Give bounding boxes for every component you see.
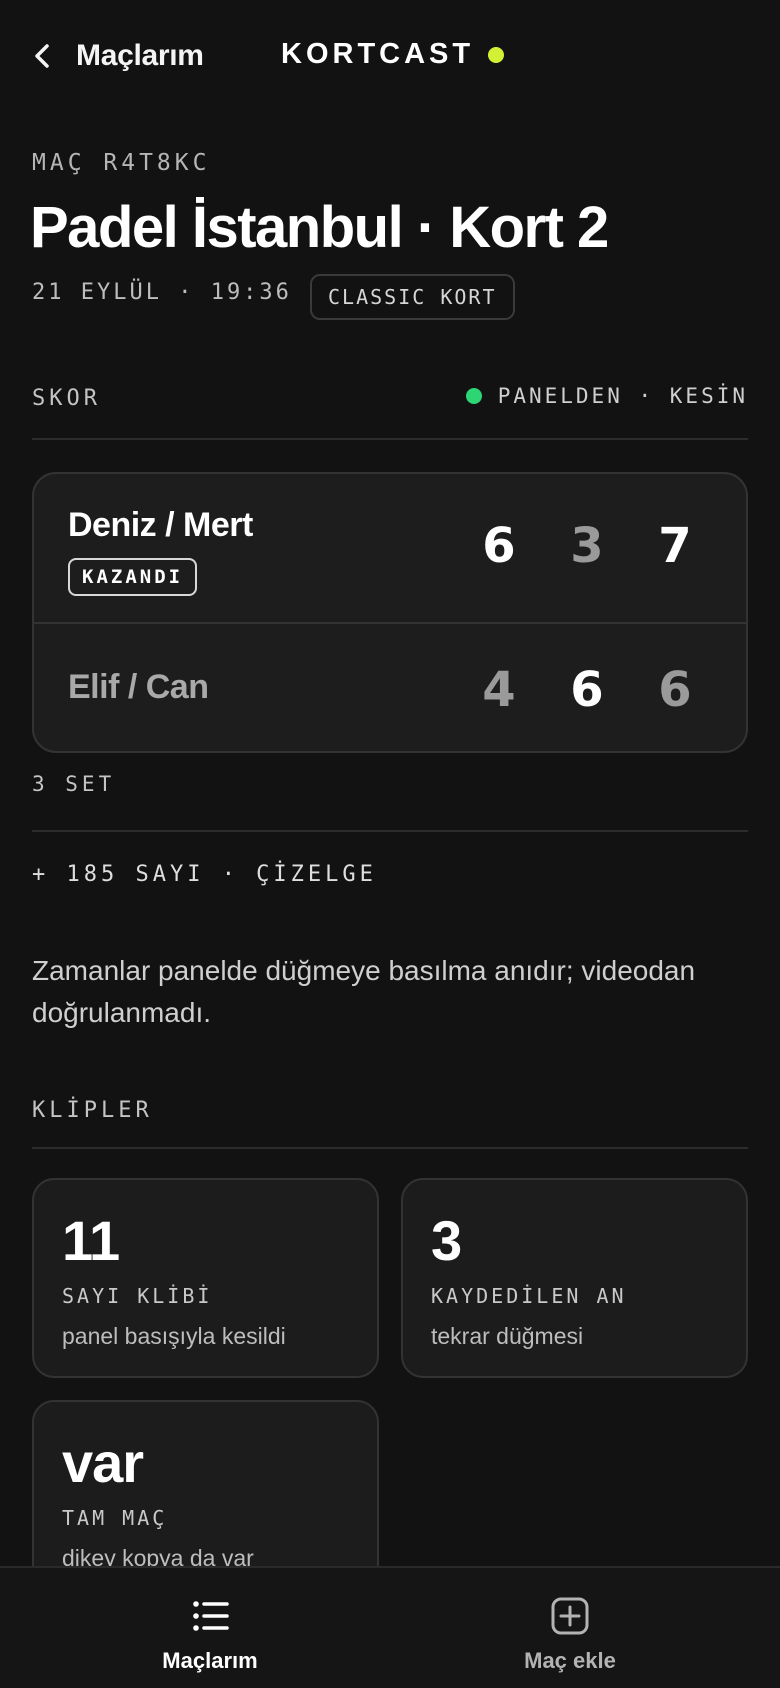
clip-label: TAM MAÇ [62, 1506, 168, 1530]
match-id: MAÇ R4T8KC [32, 150, 211, 176]
divider [32, 1147, 748, 1149]
timing-note: Zamanlar panelde düğmeye basılma anıdır;… [32, 955, 696, 1028]
score-source-text: PANELDEN · KESİN [497, 384, 748, 408]
clip-card-saved[interactable]: 3 KAYDEDİLEN AN tekrar düğmesi [401, 1178, 748, 1378]
clip-card-points[interactable]: 11 SAYI KLİBİ panel basışıyla kesildi [32, 1178, 379, 1378]
clip-label: SAYI KLİBİ [62, 1284, 213, 1308]
team-row: Elif / Can 4 6 6 [34, 624, 746, 751]
score-card: Deniz / Mert KAZANDI 6 3 7 Elif / Can 4 … [32, 472, 748, 753]
page-title: Padel İstanbul · Kort 2 [30, 195, 609, 260]
status-dot-icon [465, 388, 482, 404]
clip-desc: tekrar düğmesi [431, 1323, 584, 1349]
nav-item-matches[interactable]: Maçlarım [15, 1568, 405, 1688]
nav-label: Maçlarım [162, 1648, 258, 1673]
set-score: 3 [570, 518, 604, 574]
winner-badge: KAZANDI [68, 558, 198, 596]
set-score: 6 [570, 662, 604, 718]
points-timeline-link[interactable]: + 185 SAYI · ÇİZELGE [32, 862, 377, 887]
court-type-badge: CLASSIC KORT [310, 274, 515, 320]
app-header: Maçlarım KORTCAST [0, 0, 780, 112]
nav-item-add-match[interactable]: Maç ekle [375, 1568, 765, 1688]
add-square-icon [551, 1597, 589, 1635]
list-icon [193, 1601, 229, 1631]
brand-logo: KORTCAST [281, 38, 505, 71]
clip-desc: panel basışıyla kesildi [62, 1323, 286, 1349]
team-name: Deniz / Mert [68, 506, 253, 544]
team-row: Deniz / Mert KAZANDI 6 3 7 [34, 474, 746, 624]
brand-dot-icon [488, 46, 505, 63]
divider [32, 830, 748, 832]
score-source: PANELDEN · KESİN [465, 384, 748, 408]
set-count: 3 SET [32, 772, 116, 796]
set-score: 6 [658, 662, 692, 718]
nav-label: Maç ekle [524, 1648, 616, 1673]
back-label: Maçlarım [76, 39, 204, 72]
back-button[interactable]: Maçlarım [32, 36, 204, 76]
set-score: 6 [482, 518, 516, 574]
brand-name: KORTCAST [281, 38, 475, 70]
score-section-label: SKOR [32, 386, 101, 411]
set-score: 7 [658, 518, 692, 574]
divider [32, 438, 748, 440]
clip-label: KAYDEDİLEN AN [431, 1284, 627, 1308]
bottom-nav: Maçlarım Maç ekle [0, 1566, 780, 1688]
team-name: Elif / Can [68, 668, 209, 706]
match-date: 21 EYLÜL · 19:36 [32, 280, 292, 305]
set-score: 4 [482, 662, 516, 718]
clip-value: 3 [431, 1209, 462, 1272]
clip-value: var [62, 1431, 144, 1494]
clip-value: 11 [62, 1209, 120, 1272]
chevron-left-icon [35, 44, 49, 68]
clips-section-label: KLİPLER [32, 1098, 153, 1123]
